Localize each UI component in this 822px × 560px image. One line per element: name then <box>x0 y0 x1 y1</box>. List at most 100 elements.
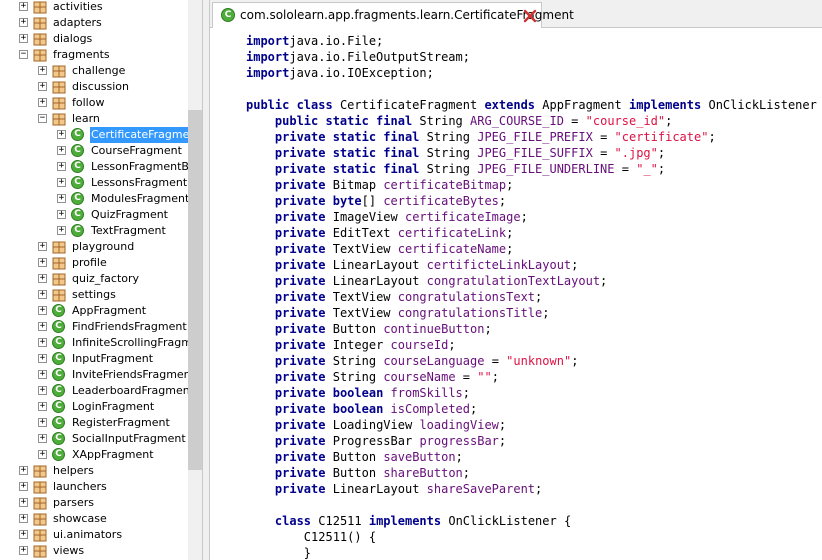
expand-icon[interactable]: + <box>57 194 66 203</box>
tree-item[interactable]: + C CertificateFragment <box>0 127 188 143</box>
tree-item[interactable]: + C RegisterFragment <box>0 415 188 431</box>
tree-item[interactable]: + helpers <box>0 463 188 479</box>
expand-icon[interactable]: + <box>19 2 28 11</box>
tree-item[interactable]: + C InputFragment <box>0 351 188 367</box>
tree-item-label: LessonFragmentBase <box>91 160 188 173</box>
class-icon: C <box>71 208 84 221</box>
code-area[interactable]: importjava.io.File; importjava.io.FileOut… <box>246 28 822 560</box>
tree-item[interactable]: + follow <box>0 95 188 111</box>
code-line: private EditText certificateLink; <box>274 226 514 240</box>
tree-item[interactable]: + showcase <box>0 511 188 527</box>
tree-item[interactable]: + C QuizFragment <box>0 207 188 223</box>
tree-item[interactable]: + launchers <box>0 479 188 495</box>
expand-icon[interactable]: + <box>57 130 66 139</box>
expand-icon[interactable]: + <box>57 226 66 235</box>
expand-icon[interactable]: + <box>38 370 47 379</box>
tree-item[interactable]: + ui.animators <box>0 527 188 543</box>
code-line: private static final String JPEG_FILE_UN… <box>274 162 666 176</box>
tree-item[interactable]: + C AppFragment <box>0 303 188 319</box>
class-icon: C <box>52 416 65 429</box>
expand-icon[interactable]: + <box>57 146 66 155</box>
code-editor[interactable]: C com.sololearn.app.fragments.learn.Cert… <box>210 0 822 560</box>
code-line: private boolean isCompleted; <box>274 402 478 416</box>
package-icon <box>52 272 66 286</box>
collapse-icon[interactable]: − <box>19 50 28 59</box>
class-icon: C <box>52 432 65 445</box>
expand-icon[interactable]: + <box>19 466 28 475</box>
expand-icon[interactable]: + <box>38 82 47 91</box>
tree-item[interactable]: + C LoginFragment <box>0 399 188 415</box>
package-icon <box>52 64 66 78</box>
tree-item[interactable]: + C LessonsFragment <box>0 175 188 191</box>
editor-tab[interactable]: C com.sololearn.app.fragments.learn.Cert… <box>212 2 574 28</box>
tree-item[interactable]: + views <box>0 543 188 559</box>
class-icon: C <box>52 400 65 413</box>
expand-icon[interactable]: + <box>19 546 28 555</box>
tree-item[interactable]: + dialogs <box>0 31 188 47</box>
code-line: private static final String JPEG_FILE_PR… <box>274 130 716 144</box>
code-line: private TextView congratulationsTitle; <box>274 306 550 320</box>
expand-icon[interactable]: + <box>57 178 66 187</box>
code-line: importjava.io.File; <box>246 34 384 48</box>
close-icon[interactable] <box>523 9 537 23</box>
class-icon: C <box>52 384 65 397</box>
tree-item[interactable]: + C LeaderboardFragment <box>0 383 188 399</box>
expand-icon[interactable]: + <box>19 530 28 539</box>
tree-item[interactable]: + C FindFriendsFragment <box>0 319 188 335</box>
collapse-icon[interactable]: − <box>38 114 47 123</box>
expand-icon[interactable]: + <box>38 322 47 331</box>
tree-item[interactable]: + C XAppFragment <box>0 447 188 463</box>
project-tree[interactable]: + activities + adapters + dialogs − fragments + c… <box>0 0 188 560</box>
tree-item-label: LessonsFragment <box>91 176 188 189</box>
tree-item[interactable]: − fragments <box>0 47 188 63</box>
expand-icon[interactable]: + <box>19 514 28 523</box>
expand-icon[interactable]: + <box>38 386 47 395</box>
tree-item[interactable]: + settings <box>0 287 188 303</box>
expand-icon[interactable]: + <box>38 306 47 315</box>
tree-item[interactable]: + playground <box>0 239 188 255</box>
class-icon: C <box>52 304 65 317</box>
expand-icon[interactable]: + <box>38 66 47 75</box>
tree-item[interactable]: + C CourseFragment <box>0 143 188 159</box>
expand-icon[interactable]: + <box>19 18 28 27</box>
expand-icon[interactable]: + <box>19 482 28 491</box>
tree-item[interactable]: + profile <box>0 255 188 271</box>
tree-item[interactable]: + discussion <box>0 79 188 95</box>
expand-icon[interactable]: + <box>38 242 47 251</box>
class-icon: C <box>52 352 65 365</box>
tree-item[interactable]: − learn <box>0 111 188 127</box>
expand-icon[interactable]: + <box>38 450 47 459</box>
expand-icon[interactable]: + <box>57 210 66 219</box>
tree-item-label: AppFragment <box>72 304 147 317</box>
tree-item[interactable]: + adapters <box>0 15 188 31</box>
expand-icon[interactable]: + <box>19 498 28 507</box>
expand-icon[interactable]: + <box>38 434 47 443</box>
tree-item[interactable]: + challenge <box>0 63 188 79</box>
tree-item[interactable]: + C InviteFriendsFragment <box>0 367 188 383</box>
pane-splitter[interactable] <box>202 0 210 560</box>
expand-icon[interactable]: + <box>38 338 47 347</box>
expand-icon[interactable]: + <box>57 162 66 171</box>
tree-item[interactable]: + C SocialInputFragment <box>0 431 188 447</box>
tree-item[interactable]: + C LessonFragmentBase <box>0 159 188 175</box>
expand-icon[interactable]: + <box>38 290 47 299</box>
tree-item[interactable]: + C ModulesFragmentBase <box>0 191 188 207</box>
tree-item-label: learn <box>72 112 100 125</box>
expand-icon[interactable]: + <box>19 34 28 43</box>
expand-icon[interactable]: + <box>38 258 47 267</box>
expand-icon[interactable]: + <box>38 402 47 411</box>
tree-item[interactable]: + C InfiniteScrollingFragment <box>0 335 188 351</box>
code-line: private LoadingView loadingView; <box>274 418 507 432</box>
tree-item[interactable]: + activities <box>0 0 188 15</box>
tree-scrollbar-thumb[interactable] <box>188 110 202 470</box>
expand-icon[interactable]: + <box>38 98 47 107</box>
expand-icon[interactable]: + <box>38 418 47 427</box>
code-line: private String courseName = ""; <box>274 370 499 384</box>
tree-item[interactable]: + parsers <box>0 495 188 511</box>
expand-icon[interactable]: + <box>38 354 47 363</box>
package-icon <box>33 32 47 46</box>
tree-scrollbar[interactable] <box>188 0 202 560</box>
tree-item[interactable]: + C TextFragment <box>0 223 188 239</box>
expand-icon[interactable]: + <box>38 274 47 283</box>
tree-item[interactable]: + quiz_factory <box>0 271 188 287</box>
